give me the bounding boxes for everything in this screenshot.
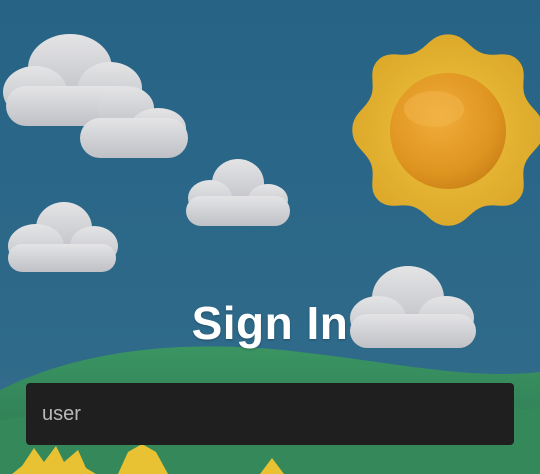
sign-in-screen: Sign In: [0, 0, 540, 474]
page-title: Sign In: [191, 297, 349, 349]
username-field[interactable]: [26, 383, 514, 445]
sun-icon: [352, 34, 540, 226]
